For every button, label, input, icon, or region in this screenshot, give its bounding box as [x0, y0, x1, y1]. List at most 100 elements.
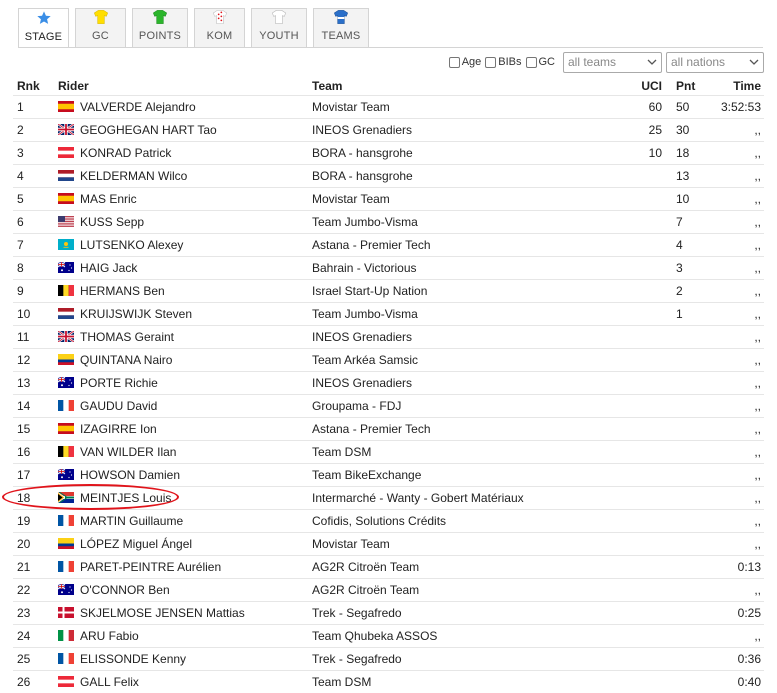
- france-flag-icon: [58, 561, 74, 572]
- checkbox-box[interactable]: [526, 57, 537, 68]
- rider-cell: KRUIJSWIJK Steven: [58, 303, 312, 326]
- nations-select[interactable]: all nations: [666, 52, 764, 73]
- points-cell: [662, 441, 718, 464]
- team-link[interactable]: BORA - hansgrohe: [312, 169, 413, 183]
- team-link[interactable]: Movistar Team: [312, 100, 390, 114]
- points-cell: [662, 625, 718, 648]
- gc-checkbox[interactable]: GC: [526, 56, 556, 68]
- rider-link[interactable]: PORTE Richie: [80, 376, 158, 390]
- rank-cell: 9: [13, 280, 58, 303]
- rider-link[interactable]: HOWSON Damien: [80, 468, 180, 482]
- rank-cell: 3: [13, 142, 58, 165]
- team-cell: INEOS Grenadiers: [312, 119, 624, 142]
- rider-link[interactable]: GEOGHEGAN HART Tao: [80, 123, 217, 137]
- uci-cell: [624, 441, 662, 464]
- table-row: 3KONRAD PatrickBORA - hansgrohe1018,,: [13, 142, 764, 165]
- team-link[interactable]: INEOS Grenadiers: [312, 376, 412, 390]
- time-cell: 0:36: [718, 648, 764, 671]
- rider-link[interactable]: QUINTANA Nairo: [80, 353, 172, 367]
- spain-flag-icon: [58, 193, 74, 204]
- teams-select[interactable]: all teams: [563, 52, 662, 73]
- rider-cell: LÓPEZ Miguel Ángel: [58, 533, 312, 556]
- rider-link[interactable]: GAUDU David: [80, 399, 157, 413]
- rider-link[interactable]: KRUIJSWIJK Steven: [80, 307, 192, 321]
- rank-cell: 22: [13, 579, 58, 602]
- team-link[interactable]: Team DSM: [312, 675, 371, 689]
- team-link[interactable]: INEOS Grenadiers: [312, 330, 412, 344]
- tab-stage[interactable]: STAGE: [18, 8, 69, 48]
- rider-link[interactable]: ELISSONDE Kenny: [80, 652, 186, 666]
- table-row: 2GEOGHEGAN HART TaoINEOS Grenadiers2530,…: [13, 119, 764, 142]
- team-link[interactable]: Cofidis, Solutions Crédits: [312, 514, 446, 528]
- rank-cell: 23: [13, 602, 58, 625]
- team-link[interactable]: Israel Start-Up Nation: [312, 284, 427, 298]
- rider-link[interactable]: HAIG Jack: [80, 261, 137, 275]
- team-cell: INEOS Grenadiers: [312, 326, 624, 349]
- rider-link[interactable]: LUTSENKO Alexey: [80, 238, 183, 252]
- team-link[interactable]: Trek - Segafredo: [312, 652, 402, 666]
- uci-cell: 60: [624, 96, 662, 119]
- rider-link[interactable]: SKJELMOSE JENSEN Mattias: [80, 606, 245, 620]
- bibs-checkbox[interactable]: BIBs: [485, 56, 521, 68]
- points-cell: [662, 395, 718, 418]
- rider-link[interactable]: KONRAD Patrick: [80, 146, 171, 160]
- tab-points[interactable]: POINTS: [132, 8, 188, 47]
- rider-link[interactable]: LÓPEZ Miguel Ángel: [80, 537, 192, 551]
- checkbox-box[interactable]: [449, 57, 460, 68]
- white-jersey-icon: [271, 9, 287, 25]
- team-link[interactable]: Intermarché - Wanty - Gobert Matériaux: [312, 491, 524, 505]
- team-link[interactable]: Team BikeExchange: [312, 468, 421, 482]
- team-link[interactable]: Team DSM: [312, 445, 371, 459]
- team-link[interactable]: Team Qhubeka ASSOS: [312, 629, 437, 643]
- rider-link[interactable]: VAN WILDER Ilan: [80, 445, 176, 459]
- filters-bar: Age BIBs GC all teams all nations: [449, 51, 764, 73]
- team-link[interactable]: Astana - Premier Tech: [312, 238, 431, 252]
- rider-link[interactable]: KELDERMAN Wilco: [80, 169, 187, 183]
- team-link[interactable]: AG2R Citroën Team: [312, 560, 419, 574]
- team-link[interactable]: Team Jumbo-Visma: [312, 307, 418, 321]
- team-link[interactable]: INEOS Grenadiers: [312, 123, 412, 137]
- team-link[interactable]: Trek - Segafredo: [312, 606, 402, 620]
- tab-gc[interactable]: GC: [75, 8, 126, 47]
- rider-link[interactable]: VALVERDE Alejandro: [80, 100, 196, 114]
- rider-link[interactable]: MAS Enric: [80, 192, 137, 206]
- team-cell: Bahrain - Victorious: [312, 257, 624, 280]
- rider-link[interactable]: KUSS Sepp: [80, 215, 144, 229]
- team-link[interactable]: AG2R Citroën Team: [312, 583, 419, 597]
- tab-youth[interactable]: YOUTH: [251, 8, 307, 47]
- team-link[interactable]: Movistar Team: [312, 192, 390, 206]
- rider-link[interactable]: ARU Fabio: [80, 629, 139, 643]
- team-link[interactable]: Astana - Premier Tech: [312, 422, 431, 436]
- team-link[interactable]: Groupama - FDJ: [312, 399, 401, 413]
- rider-link[interactable]: IZAGIRRE Ion: [80, 422, 157, 436]
- col-pnt: Pnt: [662, 76, 718, 96]
- tab-teams[interactable]: TEAMS: [313, 8, 369, 47]
- time-cell: ,,: [718, 579, 764, 602]
- team-link[interactable]: Team Arkéa Samsic: [312, 353, 418, 367]
- rider-link[interactable]: MARTIN Guillaume: [80, 514, 183, 528]
- rank-cell: 19: [13, 510, 58, 533]
- rider-cell: VALVERDE Alejandro: [58, 96, 312, 119]
- uci-cell: 10: [624, 142, 662, 165]
- tab-kom[interactable]: KOM: [194, 8, 245, 47]
- team-link[interactable]: BORA - hansgrohe: [312, 146, 413, 160]
- spain-flag-icon: [58, 101, 74, 112]
- time-cell: 0:25: [718, 602, 764, 625]
- rider-link[interactable]: O'CONNOR Ben: [80, 583, 170, 597]
- team-link[interactable]: Team Jumbo-Visma: [312, 215, 418, 229]
- rider-link[interactable]: PARET-PEINTRE Aurélien: [80, 560, 221, 574]
- rider-cell: GAUDU David: [58, 395, 312, 418]
- belgium-flag-icon: [58, 446, 74, 457]
- rider-link[interactable]: GALL Felix: [80, 675, 139, 689]
- table-row: 7LUTSENKO AlexeyAstana - Premier Tech4,,: [13, 234, 764, 257]
- rider-link[interactable]: HERMANS Ben: [80, 284, 165, 298]
- rider-cell: SKJELMOSE JENSEN Mattias: [58, 602, 312, 625]
- checkbox-box[interactable]: [485, 57, 496, 68]
- rank-cell: 5: [13, 188, 58, 211]
- team-link[interactable]: Movistar Team: [312, 537, 390, 551]
- team-cell: Trek - Segafredo: [312, 648, 624, 671]
- age-checkbox[interactable]: Age: [449, 56, 482, 68]
- rider-link[interactable]: THOMAS Geraint: [80, 330, 174, 344]
- team-link[interactable]: Bahrain - Victorious: [312, 261, 417, 275]
- rider-link[interactable]: MEINTJES Louis: [80, 491, 171, 505]
